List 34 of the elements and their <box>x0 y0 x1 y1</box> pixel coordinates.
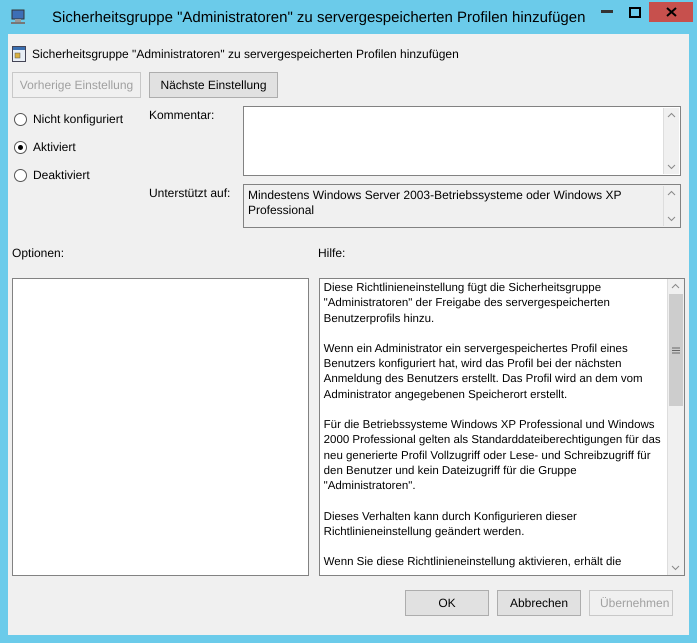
comment-field[interactable] <box>243 106 681 176</box>
window-title: Sicherheitsgruppe "Administratoren" zu servergespeicherten Profilen hinzufügen <box>52 8 586 26</box>
setting-title: Sicherheitsgruppe "Administratoren" zu servergespeicherten Profilen hinzufügen <box>32 47 459 61</box>
options-label: Optionen: <box>12 246 66 260</box>
help-paragraph: Wenn Sie diese Richtlinieneinstellung aktivieren, erhält die <box>324 555 622 570</box>
policy-icon <box>12 46 26 62</box>
supported-text: Mindestens Windows Server 2003-Betriebssysteme oder Windows XP Professional <box>247 187 622 219</box>
radio-label: Nicht konfiguriert <box>33 112 124 126</box>
help-paragraph: Diese Richtlinieneinstellung fügt die Sicherheitsgruppe "Administratoren" der Freigabe des servergespeicherten Benutzerprofils hinzu. <box>324 281 611 327</box>
radio-button[interactable] <box>14 140 27 154</box>
setting-nav-button[interactable]: Nächste Einstellung <box>149 72 278 98</box>
help-label: Hilfe: <box>318 246 346 260</box>
radio-label: Deaktiviert <box>33 168 90 182</box>
radio-button[interactable] <box>14 112 27 126</box>
supported-label: Unterstützt auf: <box>149 185 232 202</box>
scroll-thumb[interactable] <box>669 294 683 406</box>
dialog-button[interactable]: OK <box>405 590 489 616</box>
radio-button[interactable] <box>14 168 27 182</box>
grip-icon <box>672 346 680 354</box>
radio-option[interactable]: Aktiviert <box>14 138 149 156</box>
close-icon <box>666 7 676 17</box>
help-paragraph: Wenn ein Administrator ein servergespeichertes Profil eines Benutzers konfiguriert hat, wird das Profil bei der nächsten Anmeldung des Benutzers erstellt. Das Profil wird an dem vom Administrator angegebenen Speicherort erstellt. <box>324 342 644 403</box>
dialog-button[interactable]: Abbrechen <box>497 590 581 616</box>
help-paragraph: Dieses Verhalten kann durch Konfigurieren dieser Richtlinieneinstellung geändert werden. <box>324 510 578 540</box>
radio-option[interactable]: Deaktiviert <box>14 166 149 184</box>
radio-label: Aktiviert <box>33 140 76 154</box>
help-paragraph: Für die Betriebssysteme Windows XP Professional und Windows 2000 Professional gelten als Standarddateiberechtigungen für das neu generierte Profil Vollzugriff oder Lese- und Schreibzugriff für den Benutzer und kein Dateizugriff für die Gruppe "Administratoren". <box>324 418 662 494</box>
minimize-icon <box>601 10 613 14</box>
close-button[interactable] <box>649 2 693 22</box>
scrollbar[interactable] <box>667 279 684 575</box>
comment-label: Kommentar: <box>149 107 216 124</box>
radio-option[interactable]: Nicht konfiguriert <box>14 110 149 128</box>
computer-icon <box>10 9 28 25</box>
maximize-icon <box>629 6 641 18</box>
